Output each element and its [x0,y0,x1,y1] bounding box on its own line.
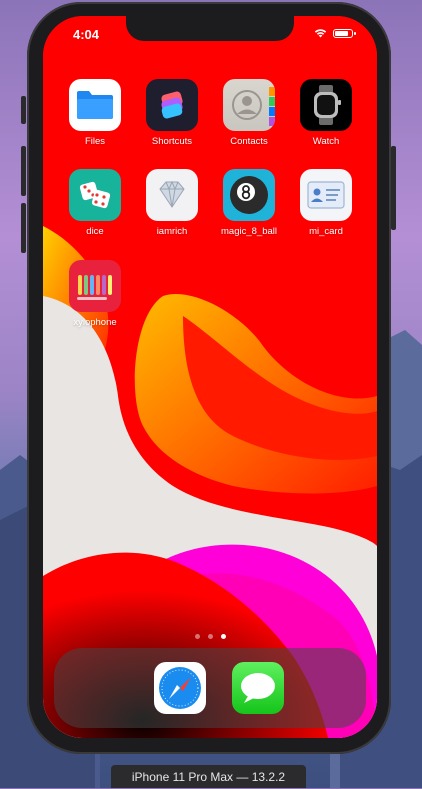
action-button[interactable] [21,96,26,124]
app-label: Shortcuts [151,136,193,147]
eight-ball-icon [223,169,275,221]
safari-compass-icon [154,662,206,714]
dock [54,648,366,728]
app-label: Watch [312,136,340,147]
app-iamrich[interactable]: iamrich [137,169,207,237]
page-dot-active[interactable] [220,634,226,639]
app-watch[interactable]: Watch [291,79,361,147]
volume-up-button[interactable] [21,146,26,196]
contacts-person-icon [223,79,275,131]
wifi-icon [314,29,327,38]
battery-icon [333,28,356,38]
app-label: Contacts [230,136,268,147]
iphone-screen: 4:04 Files Shortcuts Contacts Watch dice… [43,16,377,738]
power-button[interactable] [391,146,396,230]
xylophone-icon [69,260,121,312]
simulator-device-label: iPhone 11 Pro Max — 13.2.2 [111,765,306,788]
status-icons [314,28,356,38]
app-label: iamrich [156,226,188,237]
page-dot[interactable] [207,634,213,639]
status-time: 4:04 [73,27,100,42]
notch [126,16,294,41]
app-dice[interactable]: dice [60,169,130,237]
shortcuts-layers-icon [146,79,198,131]
app-label: mi_card [309,226,343,237]
files-folder-icon [69,79,121,131]
app-label: magic_8_ball [221,226,277,237]
app-xylophone[interactable]: xylophone [60,260,130,328]
dice-icon [69,169,121,221]
app-files[interactable]: Files [60,79,130,147]
app-label: xylophone [73,317,117,328]
diamond-icon [146,169,198,221]
page-indicator[interactable] [43,634,377,639]
app-label: Files [84,136,106,147]
dock-app-safari[interactable] [145,662,215,714]
app-shortcuts[interactable]: Shortcuts [137,79,207,147]
messages-bubble-icon [232,662,284,714]
app-label: dice [86,226,104,237]
page-dot[interactable] [194,634,200,639]
app-contacts[interactable]: Contacts [214,79,284,147]
id-card-icon [300,169,352,221]
watch-icon [300,79,352,131]
app-mi-card[interactable]: mi_card [291,169,361,237]
app-magic-8-ball[interactable]: magic_8_ball [214,169,284,237]
dock-app-messages[interactable] [223,662,293,714]
volume-down-button[interactable] [21,203,26,253]
